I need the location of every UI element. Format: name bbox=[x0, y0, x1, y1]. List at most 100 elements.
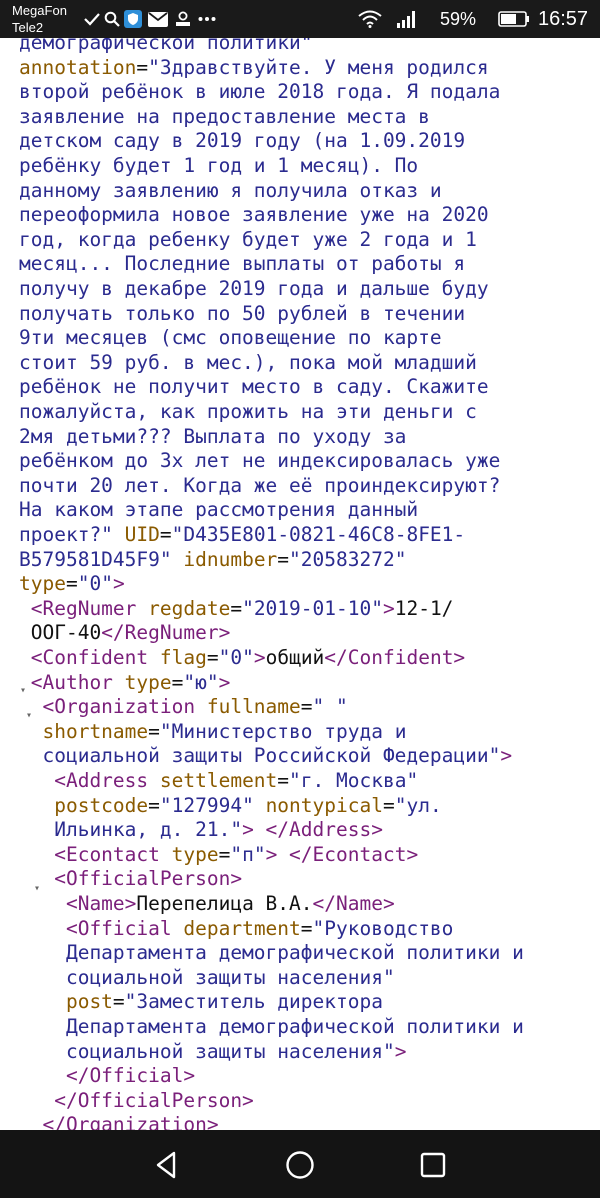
xml-val-token: "0" bbox=[77, 572, 113, 596]
back-button[interactable] bbox=[150, 1148, 184, 1182]
xml-val-token: Департамента демографической политики и bbox=[19, 941, 524, 965]
check-icon bbox=[84, 9, 100, 29]
fold-marker-icon[interactable]: ▾ bbox=[26, 710, 32, 721]
xml-line: <RegNumer regdate="2019-01-10">12-1/ bbox=[19, 596, 454, 622]
xml-val-token: "D435E801-0821-46C8-8FE1- bbox=[171, 523, 466, 546]
xml-line: получу в декабре 2019 года и дальше буду bbox=[19, 277, 489, 302]
xml-val-token: "ул. bbox=[394, 793, 442, 817]
xml-val-token: получать только по 50 рублей в течении bbox=[19, 301, 466, 325]
xml-val-token: Ильинка, д. 21." bbox=[19, 818, 243, 842]
xml-txt-token: = bbox=[230, 596, 243, 620]
xml-val-token: "127994" bbox=[159, 793, 266, 817]
fold-marker-icon[interactable]: ▾ bbox=[34, 883, 40, 894]
xml-attr-token: fullname bbox=[206, 695, 301, 719]
xml-line: данному заявлению я получила отказ и bbox=[19, 179, 442, 204]
xml-val-token: ребёнку будет 1 год и 1 месяц). По bbox=[19, 154, 419, 177]
xml-val-token: "Министерство труда и bbox=[159, 719, 407, 743]
xml-txt-token: = bbox=[300, 916, 313, 940]
mail-icon bbox=[148, 9, 168, 29]
shield-icon bbox=[124, 9, 142, 29]
xml-txt-token: = bbox=[159, 523, 172, 546]
xml-tag-token: <Name> bbox=[19, 892, 137, 915]
search-icon bbox=[104, 9, 120, 29]
xml-attr-token: regdate bbox=[148, 596, 231, 620]
xml-tag-token: <Official bbox=[19, 916, 184, 940]
xml-tag-token: <Confident bbox=[19, 646, 160, 669]
xml-tag-token: > bbox=[218, 670, 231, 694]
battery-icon bbox=[498, 9, 530, 29]
xml-attr-token: UID bbox=[124, 523, 160, 546]
xml-attr-token: nontypical bbox=[265, 793, 383, 817]
xml-line: переоформила новое заявление уже на 2020 bbox=[19, 203, 489, 228]
xml-tag-token: <Organization bbox=[19, 695, 207, 719]
xml-line: ребёнком до 3х лет не индексировалась уж… bbox=[19, 449, 500, 474]
xml-attr-token: type bbox=[19, 572, 66, 596]
xml-tag-token: > bbox=[394, 1039, 407, 1063]
xml-txt-token: Перепелица В.А. bbox=[136, 892, 313, 915]
xml-line: заявление на предоставление места в bbox=[19, 105, 430, 130]
carrier-name-primary: MegaFon bbox=[12, 3, 67, 18]
home-button[interactable] bbox=[283, 1148, 317, 1182]
xml-line: социальной защиты населения" bbox=[19, 966, 395, 991]
xml-val-token: На каком этапе рассмотрения данный bbox=[19, 498, 419, 522]
xml-line: почти 20 лет. Когда же её проиндексируют… bbox=[19, 474, 500, 499]
xml-tag-token: <Econtact bbox=[19, 842, 172, 866]
xml-txt-token: = bbox=[112, 990, 125, 1014]
xml-line: ребёнку будет 1 год и 1 месяц). По bbox=[19, 154, 418, 179]
xml-line: Департамента демографической политики и bbox=[19, 1015, 524, 1040]
xml-txt-token: = bbox=[300, 695, 313, 719]
xml-line: </OfficialPerson> bbox=[19, 1089, 254, 1114]
xml-val-token: проект?" bbox=[19, 523, 125, 546]
xml-line: второй ребёнок в июле 2018 года. Я подал… bbox=[19, 80, 500, 105]
xml-val-token: Департамента демографической политики и bbox=[19, 1015, 524, 1038]
xml-txt-token: = bbox=[206, 646, 219, 669]
xml-line: детском саду в 2019 году (на 1.09.2019 bbox=[19, 129, 465, 154]
xml-line: <Author type="ю"> bbox=[19, 670, 231, 696]
xml-val-token: демографической политики" bbox=[19, 38, 313, 54]
xml-txt-token: = bbox=[136, 55, 149, 79]
xml-val-token: переоформила новое заявление уже на 2020 bbox=[19, 203, 489, 227]
xml-line: 2мя детьми??? Выплата по уходу за bbox=[19, 425, 406, 450]
xml-line: <Address settlement="г. Москва" bbox=[19, 769, 418, 794]
xml-txt-token: 12-1/ bbox=[394, 596, 454, 620]
xml-txt-token: = bbox=[277, 547, 290, 571]
xml-txt-token: ООГ-40 bbox=[19, 621, 102, 645]
xml-val-token: 9ти месяцев (смс оповещение по карте bbox=[19, 326, 442, 350]
xml-val-token: пожалуйста, как прожить на эти деньги с bbox=[19, 400, 477, 423]
xml-line: демографической политики" bbox=[19, 38, 313, 56]
xml-line: B579581D45F9" idnumber="20583272" bbox=[19, 548, 406, 573]
xml-line: <Confident flag="0">общий</Confident> bbox=[19, 646, 465, 671]
xml-line: Департамента демографической политики и bbox=[19, 941, 524, 966]
xml-attr-token: annotation bbox=[19, 55, 137, 79]
xml-val-token: "20583272" bbox=[289, 547, 407, 571]
xml-val-token: социальной защиты Российской Федерации" bbox=[19, 744, 501, 768]
xml-val-token: получу в декабре 2019 года и дальше буду bbox=[19, 277, 489, 300]
xml-txt-token: = bbox=[218, 842, 231, 866]
xml-document-view[interactable]: демографической политики" annotation="Здр… bbox=[0, 38, 600, 1130]
xml-val-token: социальной защиты населения" bbox=[19, 965, 395, 989]
xml-line: год, когда ребенку будет уже 2 года и 1 bbox=[19, 228, 477, 253]
xml-line: </Official> bbox=[19, 1064, 195, 1089]
xml-val-token: почти 20 лет. Когда же её проиндексируют… bbox=[19, 473, 501, 497]
xml-tag-token: > </Econtact> bbox=[265, 842, 419, 866]
xml-val-token: "0" bbox=[218, 646, 254, 669]
xml-tag-token: > </Address> bbox=[242, 818, 383, 842]
xml-tag-token: <Address bbox=[19, 769, 160, 792]
recent-apps-button[interactable] bbox=[416, 1148, 450, 1182]
xml-txt-token: = bbox=[277, 769, 290, 792]
xml-line: стоит 59 руб. в мес.), пока мой младший bbox=[19, 351, 477, 376]
xml-val-token: заявление на предоставление места в bbox=[19, 104, 430, 128]
xml-attr-token: type bbox=[124, 670, 172, 694]
xml-attr-token: department bbox=[183, 916, 301, 940]
xml-line: post="Заместитель директора bbox=[19, 990, 383, 1015]
navigation-bar bbox=[0, 1130, 600, 1198]
xml-val-token: "Руководство bbox=[312, 916, 454, 940]
xml-val-token: данному заявлению я получила отказ и bbox=[19, 178, 442, 202]
xml-line: ребёнок не получит место в саду. Скажите bbox=[19, 375, 489, 400]
fold-marker-icon[interactable]: ▾ bbox=[20, 685, 26, 696]
more-icon bbox=[198, 9, 216, 29]
xml-line: пожалуйста, как прожить на эти деньги с bbox=[19, 400, 477, 425]
signal-icon bbox=[396, 9, 418, 29]
xml-line: На каком этапе рассмотрения данный bbox=[19, 498, 418, 523]
xml-val-token: социальной защиты населения" bbox=[19, 1039, 395, 1063]
